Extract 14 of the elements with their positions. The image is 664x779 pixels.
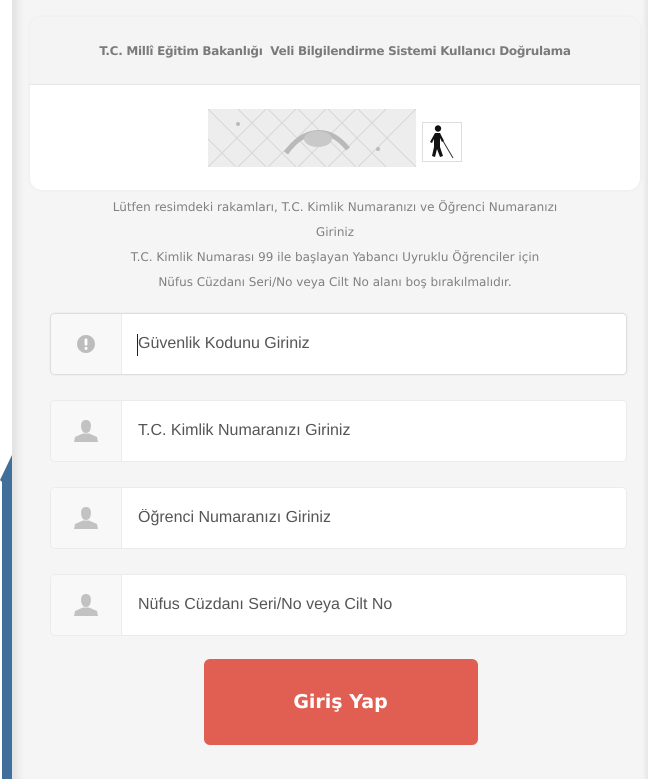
alert-icon bbox=[77, 335, 95, 353]
login-button[interactable]: Giriş Yap bbox=[204, 659, 478, 745]
user-icon bbox=[74, 419, 98, 443]
instruction-text: T.C. Kimlik Numarası 99 ile başlayan Yabancı Uyruklu Öğrenciler için Nüfus Cüzdanı Seri/No veya Cilt No alanı boş bırakılmalıdır. bbox=[130, 249, 540, 291]
input-field[interactable]: Nüfus Cüzdanı Seri/No veya Cilt No bbox=[50, 574, 627, 636]
text-cursor bbox=[137, 334, 138, 356]
user-icon bbox=[74, 593, 98, 617]
page-title: T.C. Millî Eğitim Bakanlığı Veli Bilgilendirme Sistemi Kullanıcı Doğrulama bbox=[99, 44, 571, 58]
blind-person-icon bbox=[430, 124, 454, 158]
input-field[interactable]: Güvenlik Kodunu Giriniz bbox=[50, 313, 627, 375]
input-field[interactable]: T.C. Kimlik Numaranızı Giriniz bbox=[50, 400, 627, 462]
user-icon bbox=[74, 506, 98, 530]
accessibility-button[interactable] bbox=[422, 122, 462, 162]
instruction-text: Lütfen resimdeki rakamları, T.C. Kimlik Numaranızı ve Öğrenci Numaranızı Giriniz bbox=[112, 199, 558, 241]
